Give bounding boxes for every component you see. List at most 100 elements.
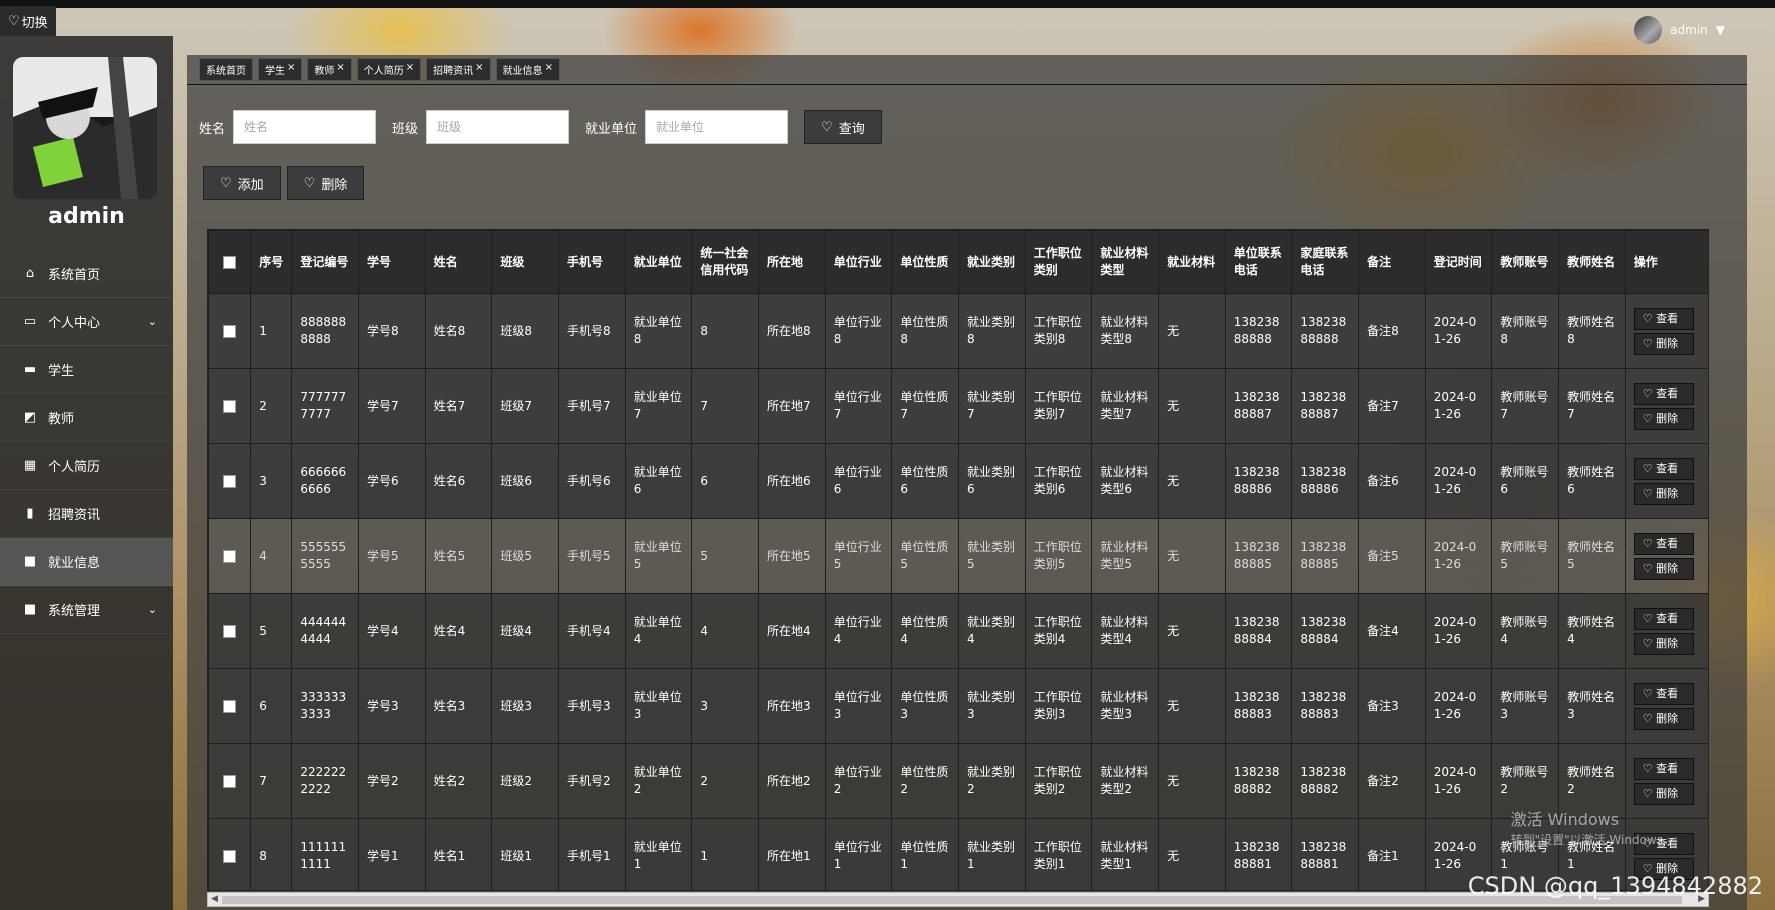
sidebar-item-label: 系统首页 [48, 268, 101, 283]
heart-icon: ♡ [1642, 761, 1657, 775]
tab-recruitment[interactable]: 招聘资讯 × [426, 58, 491, 81]
sidebar-item-employment[interactable]: ■ 就业信息 [0, 538, 173, 586]
table-cell: 教师账号7 [1491, 368, 1560, 444]
close-icon[interactable]: × [406, 62, 414, 77]
table-cell: 学号7 [358, 368, 426, 444]
row-checkbox[interactable] [208, 518, 252, 594]
table-cell: 所在地4 [758, 593, 826, 669]
row-checkbox[interactable] [208, 368, 252, 444]
table-cell: 学号4 [358, 593, 426, 669]
sidebar-item-recruitment[interactable]: ▮ 招聘资讯 [0, 490, 173, 538]
table-cell: 13823888881 [1224, 818, 1293, 890]
unit-input[interactable] [645, 110, 789, 144]
name-label: 姓名 [199, 121, 226, 137]
row-checkbox[interactable] [208, 293, 252, 369]
select-all-checkbox[interactable] [208, 230, 252, 294]
scroll-left-icon[interactable]: ◀ [211, 893, 218, 906]
table-cell: 4 [250, 518, 293, 594]
view-button[interactable]: ♡ 查看 [1633, 532, 1694, 555]
table-row: 7 2222222222 学号2 姓名2 班级2 手机号2 就业单位2 2 所在地2 单位行业2 单… [208, 743, 1708, 819]
row-delete-button[interactable]: ♡ 删除 [1633, 482, 1694, 505]
view-button[interactable]: ♡ 查看 [1633, 382, 1694, 405]
table-cell: 5 [691, 518, 760, 594]
table-cell: 姓名6 [424, 443, 493, 519]
table-cell: 单位性质1 [891, 818, 960, 890]
row-checkbox[interactable] [208, 743, 252, 819]
view-button[interactable]: ♡ 查看 [1633, 307, 1694, 330]
table-cell: 13823888883 [1224, 668, 1293, 744]
sidebar-item-personal-center[interactable]: ▭ 个人中心 ⌄ [0, 298, 173, 346]
name-input[interactable] [233, 110, 377, 144]
bulk-delete-button[interactable]: ♡ 删除 [286, 166, 365, 200]
sidebar-item-teacher[interactable]: ◩ 教师 [0, 394, 173, 442]
heart-icon: ♡ [1642, 536, 1657, 550]
table-cell: 手机号7 [558, 368, 626, 444]
header-user-menu[interactable]: admin ▼ [1634, 16, 1725, 44]
row-delete-button[interactable]: ♡ 删除 [1633, 782, 1694, 805]
tab-resume[interactable]: 个人简历 × [356, 58, 422, 81]
close-icon[interactable]: × [336, 62, 344, 77]
close-icon[interactable]: × [545, 62, 553, 77]
tab-teacher[interactable]: 教师 × [307, 58, 352, 81]
table-cell: 单位性质7 [891, 368, 960, 444]
tab-home[interactable]: 系统首页 [199, 58, 253, 81]
tab-employment[interactable]: 就业信息 × [495, 58, 560, 81]
table-cell: 手机号6 [558, 443, 626, 519]
sidebar-item-student[interactable]: ▬ 学生 [0, 346, 173, 394]
table-cell: 学号1 [358, 818, 426, 890]
table-cell: 13823888885 [1224, 518, 1293, 594]
row-action-label: 查看 [1656, 686, 1679, 700]
row-delete-button[interactable]: ♡ 删除 [1633, 707, 1694, 730]
row-delete-button[interactable]: ♡ 删除 [1633, 407, 1694, 430]
row-checkbox[interactable] [208, 443, 252, 519]
row-delete-button[interactable]: ♡ 删除 [1633, 632, 1694, 655]
table-cell: 就业类别2 [958, 743, 1026, 819]
sidebar-item-label: 学生 [48, 364, 75, 379]
table-cell: 工作职位类别7 [1024, 368, 1093, 444]
class-input[interactable] [426, 110, 570, 144]
table-cell: 7777777777 [291, 368, 359, 444]
row-delete-button[interactable]: ♡ 删除 [1633, 557, 1694, 580]
query-button-label: 查询 [838, 121, 865, 137]
row-checkbox[interactable] [208, 593, 252, 669]
close-icon[interactable]: × [287, 62, 295, 77]
close-icon[interactable]: × [475, 62, 483, 77]
table-cell: 学号5 [358, 518, 426, 594]
sidebar-item-resume[interactable]: ▦ 个人简历 [0, 442, 173, 490]
table-cell: 就业单位5 [624, 518, 693, 594]
table-cell: 工作职位类别5 [1024, 518, 1093, 594]
table-row: 1 8888888888 学号8 姓名8 班级8 手机号8 就业单位8 8 所在地8 单位行业8 单… [208, 293, 1708, 369]
table-cell: 2024-01-26 [1424, 593, 1493, 669]
view-button[interactable]: ♡ 查看 [1633, 757, 1694, 780]
row-checkbox[interactable] [208, 668, 252, 744]
sidebar-item-home[interactable]: ⌂ 系统首页 [0, 250, 173, 298]
table-cell: 教师账号3 [1491, 668, 1560, 744]
view-button[interactable]: ♡ 查看 [1633, 607, 1694, 630]
row-action-label: 删除 [1656, 486, 1679, 500]
scrollbar-thumb[interactable] [222, 896, 1682, 904]
heart-icon: ♡ [1642, 311, 1657, 325]
add-button[interactable]: ♡ 添加 [203, 166, 281, 200]
heart-icon: ♡ [821, 119, 833, 135]
view-button[interactable]: ♡ 查看 [1633, 457, 1694, 480]
table-cell: 就业单位6 [624, 443, 693, 519]
table-cell: 工作职位类别2 [1024, 743, 1093, 819]
table-cell: 就业材料类型2 [1091, 743, 1160, 819]
switch-button[interactable]: ♡ 切换 [0, 6, 56, 36]
row-checkbox[interactable] [208, 818, 252, 890]
query-button[interactable]: ♡ 查询 [804, 110, 882, 144]
row-delete-button[interactable]: ♡ 删除 [1633, 332, 1694, 355]
column-header: 教师姓名 [1558, 230, 1626, 294]
table-cell: 所在地1 [758, 818, 826, 890]
tab-student[interactable]: 学生 × [258, 58, 303, 81]
tab-label: 教师 [314, 66, 335, 77]
table-cell: 单位行业6 [824, 443, 893, 519]
table-cell: 就业材料类型5 [1091, 518, 1160, 594]
table-cell: 班级8 [491, 293, 560, 369]
table-cell: 学号2 [358, 743, 426, 819]
table-cell: 就业类别1 [958, 818, 1026, 890]
windows-activate-hint: 转到"设置"以激活 Windows。 [1510, 833, 1675, 847]
table-cell: 学号8 [358, 293, 426, 369]
view-button[interactable]: ♡ 查看 [1633, 682, 1694, 705]
sidebar-item-system-management[interactable]: ■ 系统管理 ⌄ [0, 586, 173, 634]
